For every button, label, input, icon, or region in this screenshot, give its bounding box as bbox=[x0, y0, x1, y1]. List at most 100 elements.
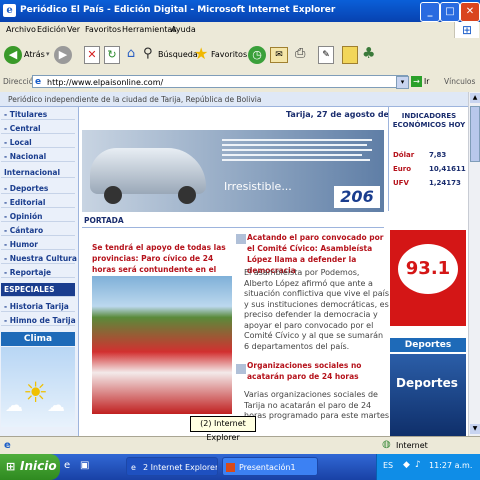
car-wheel bbox=[178, 186, 196, 204]
indicator-label: Dólar bbox=[393, 151, 415, 159]
task-ppt-icon bbox=[226, 463, 235, 472]
status-zone: Internet bbox=[396, 441, 428, 450]
print-icon[interactable]: ⎙ bbox=[295, 46, 311, 62]
messenger-icon[interactable]: ♣ bbox=[362, 44, 375, 62]
tray-icon[interactable]: ♪ bbox=[415, 460, 421, 470]
nav-nuestra-cultura[interactable]: - Nuestra Cultura bbox=[1, 253, 77, 264]
nav-especiales[interactable]: ESPECIALES bbox=[1, 283, 75, 297]
ad-fine-print bbox=[222, 136, 377, 172]
task-label: 2 Internet Explorer bbox=[143, 463, 218, 472]
deportes-label[interactable]: Deportes bbox=[390, 338, 466, 352]
ad-slogan: Irresistible... bbox=[224, 180, 292, 193]
deportes-banner[interactable]: Deportes bbox=[390, 354, 466, 436]
back-label[interactable]: Atrás bbox=[24, 50, 45, 59]
nav-cantaro[interactable]: - Cántaro bbox=[1, 225, 75, 236]
indicators-panel: INDICADORES ECONÓMICOS HOY Dólar 7,83 Eu… bbox=[388, 107, 468, 211]
clima-label[interactable]: Clima bbox=[1, 332, 75, 346]
status-bar: e ◍ Internet bbox=[0, 436, 480, 455]
portada-bar: PORTADA bbox=[82, 215, 384, 228]
sun-icon: ☀ bbox=[23, 376, 49, 409]
menu-herramientas[interactable]: Herramientas bbox=[122, 25, 177, 34]
vertical-scrollbar[interactable]: ▲ ▼ bbox=[468, 92, 480, 436]
window-title: Periódico El País - Edición Digital - Mi… bbox=[20, 5, 336, 15]
nav-editorial[interactable]: - Editorial bbox=[1, 197, 75, 208]
menu-ayuda[interactable]: Ayuda bbox=[171, 25, 196, 34]
nav-himno-tarija[interactable]: - Himno de Tarija bbox=[1, 315, 76, 326]
browser-viewport: Periódico independiente de la ciudad de … bbox=[0, 92, 468, 436]
portada-label: PORTADA bbox=[84, 216, 124, 225]
peugeot-ad[interactable]: Irresistible... 206 bbox=[82, 130, 384, 212]
address-input[interactable]: e http://www.elpaisonline.com/ bbox=[32, 75, 408, 88]
radio-ad[interactable]: 93.1 bbox=[390, 230, 466, 326]
site-tagline: Periódico independiente de la ciudad de … bbox=[8, 95, 262, 104]
nav-reportaje[interactable]: - Reportaje bbox=[1, 267, 75, 278]
back-dropdown-icon[interactable]: ▾ bbox=[46, 50, 50, 58]
go-label[interactable]: Ir bbox=[424, 77, 429, 86]
windows-flag-icon: ⊞ bbox=[454, 22, 479, 38]
radio-number: 93.1 bbox=[398, 244, 458, 294]
story3-body: Varias organizaciones sociales de Tarija… bbox=[244, 390, 390, 420]
quicklaunch-desktop-icon[interactable]: ▣ bbox=[80, 460, 92, 472]
forward-icon[interactable]: ▶ bbox=[54, 46, 72, 64]
address-dropdown-icon[interactable]: ▾ bbox=[396, 76, 409, 89]
cloud-icon: ☁ bbox=[5, 395, 23, 416]
close-button[interactable]: ✕ bbox=[460, 2, 480, 22]
indicator-label: UFV bbox=[393, 179, 409, 187]
indicator-value: 7,83 bbox=[429, 151, 447, 159]
language-indicator[interactable]: ES bbox=[383, 461, 393, 470]
maximize-button[interactable]: □ bbox=[440, 2, 460, 22]
quicklaunch-ie-icon[interactable]: e bbox=[64, 460, 76, 472]
story3-headline[interactable]: Organizaciones sociales no acatarán paro… bbox=[247, 360, 387, 382]
address-url: http://www.elpaisonline.com/ bbox=[47, 78, 164, 87]
tray-icon[interactable]: ◆ bbox=[403, 460, 410, 470]
favorites-label[interactable]: Favoritos bbox=[211, 50, 247, 59]
toolbar: ◀ Atrás ▾ ▶ ✕ ↻ ⌂ ⚲ Búsqueda ★ Favoritos… bbox=[0, 38, 480, 73]
search-icon[interactable]: ⚲ bbox=[143, 46, 159, 62]
nav-deportes[interactable]: - Deportes bbox=[1, 183, 75, 194]
scroll-down-icon[interactable]: ▼ bbox=[470, 424, 480, 434]
nav-local[interactable]: - Local bbox=[1, 137, 75, 148]
nav-historia-tarija[interactable]: - Historia Tarija bbox=[1, 301, 75, 312]
indicator-label: Euro bbox=[393, 165, 412, 173]
home-icon[interactable]: ⌂ bbox=[123, 46, 139, 62]
history-icon[interactable]: ◷ bbox=[248, 46, 266, 64]
page-status-icon: e bbox=[4, 440, 11, 451]
search-label[interactable]: Búsqueda bbox=[158, 50, 198, 59]
go-icon[interactable]: → bbox=[411, 76, 422, 87]
left-nav: - Titulares - Central - Local - Nacional… bbox=[0, 107, 79, 436]
scroll-thumb[interactable] bbox=[470, 106, 480, 162]
title-bar[interactable]: e Periódico El País - Edición Digital - … bbox=[0, 0, 480, 22]
start-button[interactable]: ⊞ Inicio bbox=[0, 454, 60, 480]
favorites-icon[interactable]: ★ bbox=[194, 44, 208, 63]
menu-edicion[interactable]: Edición bbox=[37, 25, 66, 34]
nav-opinion[interactable]: - Opinión bbox=[1, 211, 75, 222]
links-label[interactable]: Vínculos bbox=[444, 77, 475, 86]
car-wheel bbox=[104, 186, 122, 204]
refresh-icon[interactable]: ↻ bbox=[104, 46, 120, 64]
edit-icon[interactable]: ✎ bbox=[318, 46, 334, 64]
task-internet-explorer[interactable]: e 2 Internet Explorer bbox=[126, 457, 218, 476]
mail-icon[interactable]: ✉ bbox=[270, 47, 288, 63]
task-presentacion[interactable]: Presentación1 bbox=[222, 457, 318, 476]
menu-bar: Archivo Edición Ver Favoritos Herramient… bbox=[0, 22, 480, 39]
back-icon[interactable]: ◀ bbox=[4, 46, 22, 64]
indicators-title: INDICADORES ECONÓMICOS HOY bbox=[392, 112, 466, 129]
cloud-icon: ☁ bbox=[47, 395, 65, 416]
address-bar: Dirección e http://www.elpaisonline.com/… bbox=[0, 72, 480, 93]
nav-titulares[interactable]: - Titulares bbox=[1, 109, 75, 120]
stop-icon[interactable]: ✕ bbox=[84, 46, 100, 64]
notes-icon[interactable] bbox=[342, 46, 358, 64]
nav-central[interactable]: - Central bbox=[1, 123, 75, 134]
windows-logo-icon: ⊞ bbox=[6, 460, 16, 473]
menu-ver[interactable]: Ver bbox=[67, 25, 80, 34]
scroll-up-icon[interactable]: ▲ bbox=[470, 93, 480, 103]
nav-nacional[interactable]: - Nacional bbox=[1, 151, 75, 162]
clock[interactable]: 11:27 a.m. bbox=[429, 461, 472, 470]
nav-internacional[interactable]: Internacional bbox=[1, 167, 75, 178]
menu-archivo[interactable]: Archivo bbox=[6, 25, 36, 34]
rally-photo[interactable] bbox=[92, 276, 232, 414]
system-tray: ES ◆ ♪ 11:27 a.m. bbox=[376, 454, 480, 480]
menu-favoritos[interactable]: Favoritos bbox=[85, 25, 121, 34]
nav-humor[interactable]: - Humor bbox=[1, 239, 75, 250]
minimize-button[interactable]: _ bbox=[420, 2, 440, 22]
